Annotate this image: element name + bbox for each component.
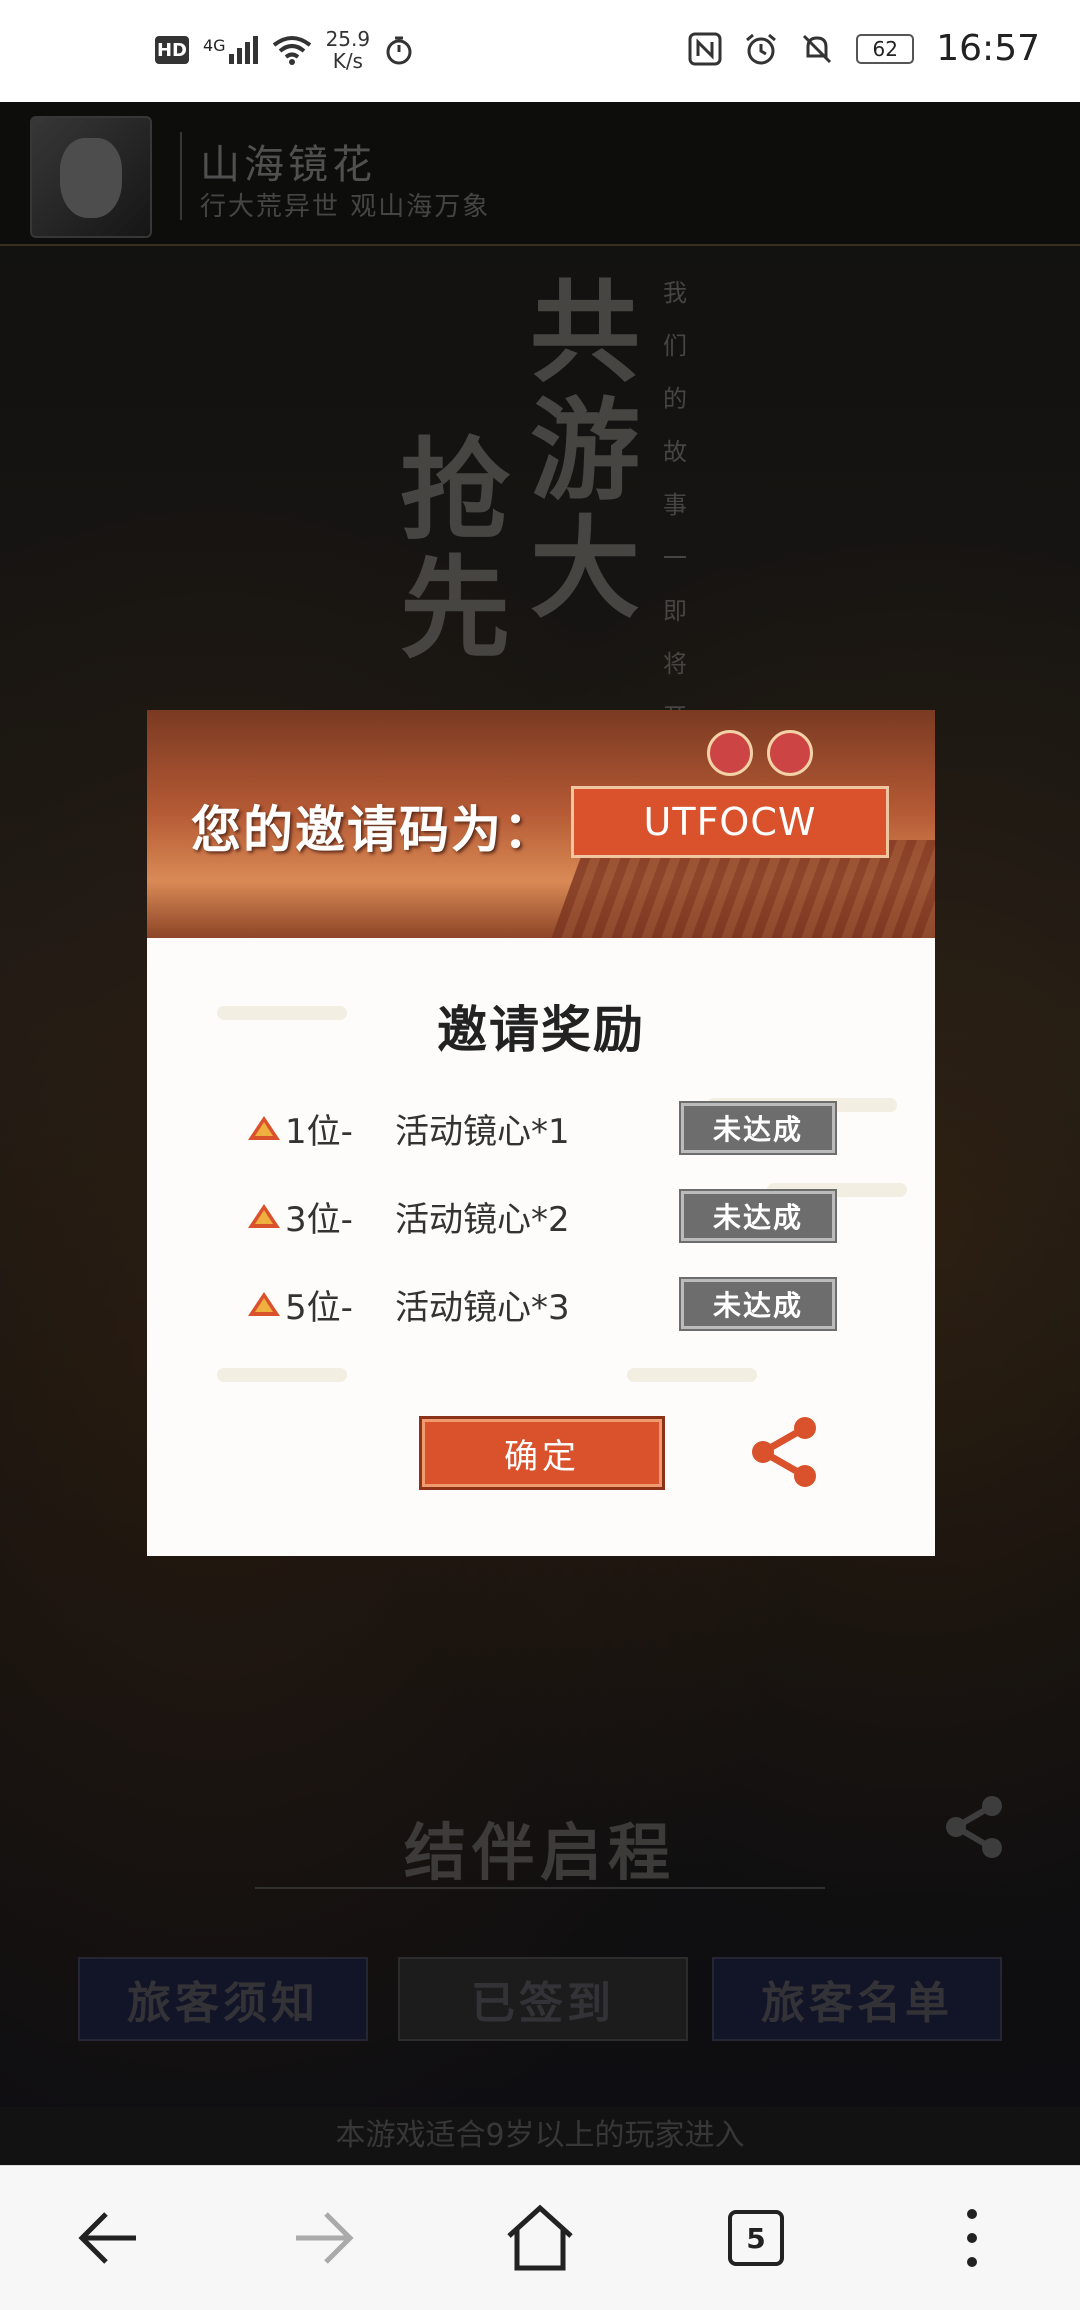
mountain-icon [248,1116,280,1140]
hd-icon: HD [155,36,189,64]
signal-icon: 4G [203,36,258,64]
battery-icon: 62 [856,33,915,64]
reward-row: 1位- 活动镜心*1 未达成 [247,1101,887,1155]
mountain-icon [248,1292,280,1316]
tabs-count: 5 [728,2210,784,2266]
nfc-icon [688,32,722,65]
home-icon [507,2204,573,2271]
back-button[interactable] [66,2196,150,2280]
timer-icon [386,36,412,65]
reward-row: 5位- 活动镜心*3 未达成 [247,1277,887,1331]
forward-arrow-icon [296,2212,354,2264]
reward-panel: 邀请奖励 1位- 活动镜心*1 未达成 3位- 活动镜心*2 未达成 5位- 活… [147,938,935,1556]
reward-item: 活动镜心*1 [395,1111,570,1152]
invite-code-label: 您的邀请码为： [191,800,555,859]
mute-bell-icon [803,34,832,63]
reward-rank: 3位- [285,1199,353,1240]
status-bar: HD 4G 25.9 K/s 62 16:57 [0,0,1080,102]
reward-status-badge: 未达成 [679,1189,837,1243]
network-speed: 25.9 K/s [325,27,371,73]
mountain-icon [248,1204,280,1228]
reward-rank: 5位- [285,1287,353,1328]
reward-status-badge: 未达成 [679,1277,837,1331]
reward-rank: 1位- [285,1111,353,1152]
forward-button[interactable] [282,2196,366,2280]
reward-item: 活动镜心*3 [395,1287,570,1328]
back-arrow-icon [78,2212,136,2264]
reward-row: 3位- 活动镜心*2 未达成 [247,1189,887,1243]
invite-code-header: 您的邀请码为： UTFOCW [147,710,935,938]
menu-button[interactable] [930,2196,1014,2280]
wifi-icon [272,36,311,65]
reward-title: 邀请奖励 [437,1000,645,1059]
reward-status-badge: 未达成 [679,1101,837,1155]
more-vertical-icon [967,2209,977,2267]
share-icon[interactable] [747,1414,823,1490]
reward-item: 活动镜心*2 [395,1199,570,1240]
tabs-button[interactable]: 5 [714,2196,798,2280]
browser-navbar: 5 [0,2165,1080,2310]
confirm-button[interactable]: 确定 [419,1416,665,1490]
invite-code[interactable]: UTFOCW [571,786,889,858]
home-button[interactable] [498,2196,582,2280]
clock: 16:57 [936,28,1040,69]
invite-dialog: 您的邀请码为： UTFOCW 邀请奖励 1位- 活动镜心*1 未达成 3位- 活… [147,710,935,1556]
alarm-icon [746,33,777,64]
